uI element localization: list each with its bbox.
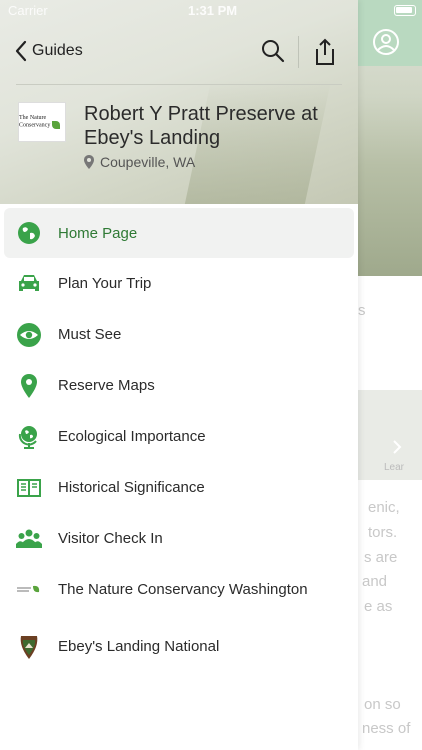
book-icon [16,475,42,501]
location-label: Coupeville, WA [100,154,196,170]
guide-location: Coupeville, WA [84,154,195,170]
menu-item-label: Visitor Check In [58,530,163,547]
background-text: tors. [368,524,398,541]
tnc-logo: The Nature Conservancy [19,115,65,129]
profile-icon[interactable] [372,28,400,56]
menu-item-label: Ebey's Landing National [58,638,220,655]
menu-item-label: The Nature Conservancy Washington [58,581,308,598]
menu-item-reserve-maps[interactable]: Reserve Maps [0,360,358,411]
menu-item-label: Reserve Maps [58,377,155,394]
back-button[interactable]: Guides [14,40,83,62]
header-divider [298,36,299,68]
logo-text: The Nature Conservancy [19,115,51,129]
chevron-left-icon [15,40,27,62]
drawer-header: Guides The Nature Conservancy Robert Y P… [0,0,358,204]
drawer-menu: Home Page Plan Your Trip Must See Reserv… [0,204,358,672]
background-text: e as [364,598,393,615]
back-button-label: Guides [32,42,83,59]
share-icon[interactable] [313,38,337,66]
menu-item-must-see[interactable]: Must See [0,309,358,360]
guide-logo: The Nature Conservancy [18,102,66,142]
status-time: 1:31 PM [188,3,238,18]
menu-item-ebeys-landing-national[interactable]: Ebey's Landing National [0,621,358,672]
menu-item-plan-your-trip[interactable]: Plan Your Trip [0,258,358,309]
menu-item-nature-conservancy-washington[interactable]: The Nature Conservancy Washington [0,564,358,615]
nps-arrowhead-icon [16,634,42,660]
status-bar: Carrier 1:31 PM [0,0,422,22]
menu-item-ecological-importance[interactable]: Ecological Importance [0,411,358,462]
carrier-label: Carrier [8,3,48,18]
menu-item-label: Home Page [58,224,138,242]
car-icon [16,271,42,297]
menu-item-label: Plan Your Trip [58,275,152,292]
background-text: s are [364,549,398,566]
menu-item-label: Ecological Importance [58,428,206,445]
globe-icon [16,220,42,246]
menu-item-home-page[interactable]: Home Page [4,208,354,258]
chevron-right-icon [393,440,402,454]
map-pin-icon [16,373,42,399]
guide-title: Robert Y Pratt Preserve at Ebey's Landin… [84,103,318,149]
location-pin-icon [84,155,94,169]
menu-item-visitor-check-in[interactable]: Visitor Check In [0,513,358,564]
battery-icon [394,5,416,16]
background-card-label: Lear [384,462,405,473]
background-text: ness of [362,720,411,737]
eye-icon [16,322,42,348]
side-drawer: Guides The Nature Conservancy Robert Y P… [0,0,358,750]
tnc-logo-icon [16,577,42,603]
background-text: enic, [368,499,400,516]
background-text: on so [364,696,401,713]
menu-item-label: Must See [58,326,122,343]
header-separator [16,84,342,85]
background-text: and [362,573,388,590]
menu-item-historical-significance[interactable]: Historical Significance [0,462,358,513]
menu-item-label: Historical Significance [58,479,205,496]
background-text: s [358,302,366,319]
search-icon[interactable] [260,38,286,64]
people-icon [16,526,42,552]
leaf-icon [52,121,61,129]
globe-stand-icon [16,424,42,450]
